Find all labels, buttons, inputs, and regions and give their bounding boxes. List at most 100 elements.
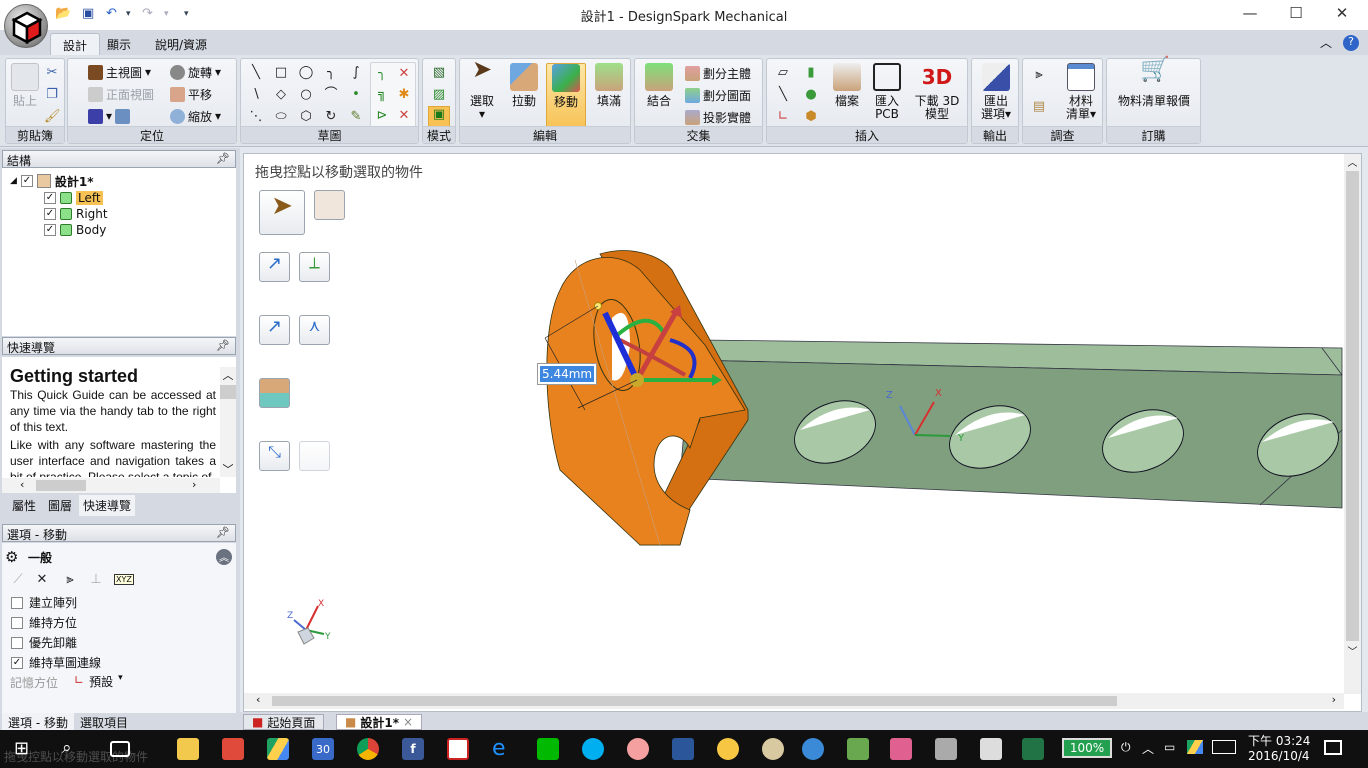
view-triad-icon[interactable]: X Z Y [284,594,336,654]
tab-selection[interactable]: 選取項目 [80,714,128,731]
pull-button[interactable]: 拉動 [504,63,544,108]
gmail-icon[interactable] [222,738,244,760]
tangent-line-icon[interactable]: ∖ [248,87,264,103]
import-pcb-button[interactable]: 匯入 PCB [869,63,905,121]
notification-icon[interactable] [1324,740,1342,755]
pan-button[interactable]: 平移 [170,85,212,103]
maximize-button[interactable]: ☐ [1276,4,1316,26]
network-icon[interactable]: ▭ [1164,740,1175,754]
dimension-input[interactable]: 5.44mm [536,363,598,385]
zoom-button[interactable]: 縮放 ▾ [170,107,221,125]
paste-button[interactable]: 貼上 [10,63,40,108]
tree-root[interactable]: ◢ ✓ 設計1* [10,173,94,189]
plane-icon[interactable]: ▱ [775,65,791,81]
tab-start-page[interactable]: ■ 起始頁面 [243,714,325,730]
insert-file-button[interactable]: 檔案 [829,63,865,108]
tree-item-body[interactable]: ✓ Body [44,222,106,238]
collapse-triangle-icon[interactable]: ◢ [10,176,17,186]
skype-icon[interactable] [582,738,604,760]
viewport-vertical-scrollbar[interactable]: ︿ ﹀ [1344,154,1361,694]
redo-icon[interactable]: ↷ [142,6,153,24]
app2-icon[interactable] [802,738,824,760]
move-button[interactable]: 移動 [546,63,586,131]
tab-design[interactable]: 設計 [50,33,101,55]
mass-icon[interactable]: ▤ [1031,99,1047,115]
collapse-section-icon[interactable]: ︽ [216,549,232,565]
three-point-circle-icon[interactable]: ○ [298,87,314,103]
spline-icon[interactable]: ∫ [348,65,364,81]
bom-quote-button[interactable]: 🛒 物料清單報價 [1111,57,1197,108]
section-mode-icon[interactable]: ▨ [431,87,447,103]
app-menu-button[interactable] [4,4,48,48]
bend-icon[interactable]: ✕ [396,108,412,124]
pin-icon[interactable]: 📌︎ [216,526,230,539]
arc-icon[interactable]: ╮ [323,65,339,81]
origin-icon[interactable]: ∟ [775,109,791,125]
pin-icon[interactable]: 📌︎ [216,152,230,165]
axis-select-icon[interactable]: ✕ [34,572,50,588]
help-icon[interactable]: ? [1343,35,1359,51]
anchor-icon[interactable]: ⟋ [10,572,26,588]
3d-mode-icon[interactable]: ▣ [428,106,450,128]
checkbox[interactable]: ✓ [11,656,23,669]
maintain-orientation-option[interactable]: 維持方位 [11,614,77,631]
designspark-icon[interactable] [447,738,469,760]
visibility-checkbox[interactable]: ✓ [20,175,33,187]
undo-dropdown-icon[interactable]: ▾ [126,9,131,27]
close-tab-icon[interactable]: × [403,715,413,729]
view-cube-button[interactable]: ▾ [88,107,131,125]
bom-button[interactable]: 材料 清單▾ [1061,63,1101,121]
chevron-up-icon[interactable]: ︿ [1142,740,1154,757]
app3-icon[interactable] [847,738,869,760]
tab-layers[interactable]: 圖層 [48,497,72,514]
combine-button[interactable]: 結合 [639,63,679,108]
format-painter-icon[interactable]: 🖌 [44,109,61,125]
ruler-icon[interactable]: ⫸ [62,572,78,588]
internet-explorer-icon[interactable]: e [492,738,514,760]
power-plug-icon[interactable]: ⏻ [1121,740,1131,755]
close-button[interactable]: ✕ [1322,4,1362,26]
pin-icon[interactable]: 📌︎ [216,339,230,352]
three-point-rect-icon[interactable]: ◇ [273,87,289,103]
word-icon[interactable] [672,738,694,760]
line-icon[interactable]: ╲ [248,65,264,81]
tangent-arc-icon[interactable]: ⌒ [323,87,339,103]
clock-time[interactable]: 下午 03:24 [1248,732,1310,749]
point-icon[interactable]: • [348,87,364,103]
google-drive-icon[interactable] [267,738,289,760]
tab-help-resources[interactable]: 說明/資源 [143,33,219,55]
paint-icon[interactable] [762,738,784,760]
tab-quickguide[interactable]: 快速導覽 [79,495,136,516]
fill-button[interactable]: 填滿 [590,63,628,108]
face-curve-icon[interactable]: ✎ [348,109,364,125]
cut-icon[interactable]: ✂ [44,65,60,81]
visibility-checkbox[interactable]: ✓ [44,224,56,236]
split-body-button[interactable]: 劃分主體 [685,64,751,82]
windows-start-icon[interactable]: ⊞ [14,738,36,760]
construction-line-icon[interactable]: ⋱ [248,109,264,125]
minimize-button[interactable]: — [1230,4,1270,26]
drive-tray-icon[interactable] [1187,740,1203,754]
visibility-checkbox[interactable]: ✓ [44,192,56,204]
download-3d-button[interactable]: 3D 下載 3D 模型 [911,63,963,121]
horizontal-scrollbar[interactable]: ‹ › [2,478,220,493]
app6-icon[interactable] [980,738,1002,760]
checkbox[interactable] [11,616,23,629]
battery-indicator[interactable]: 100% [1062,738,1112,758]
dimension-icon[interactable]: ⊥ [88,572,104,588]
create-pattern-option[interactable]: 建立陣列 [11,594,77,611]
cylinder-icon[interactable]: ▮ [803,65,819,81]
maintain-sketch-connectivity-option[interactable]: ✓ 維持草圖連線 [11,654,101,671]
tab-properties[interactable]: 屬性 [12,497,36,514]
line-icon[interactable] [537,738,559,760]
facebook-icon[interactable]: f [402,738,424,760]
tree-item-right[interactable]: ✓ Right [44,206,108,222]
project-icon[interactable]: ⊳ [374,108,390,124]
app-icon[interactable] [627,738,649,760]
shell-icon[interactable]: ⬢ [803,109,819,125]
undo-icon[interactable]: ↶ [106,6,117,24]
ellipse-icon[interactable]: ⬭ [273,109,289,125]
tree-item-left[interactable]: ✓ Left [44,190,103,206]
orient-dropdown[interactable]: ∟ 預設 ▾ [74,673,123,690]
checkbox[interactable] [11,636,23,649]
